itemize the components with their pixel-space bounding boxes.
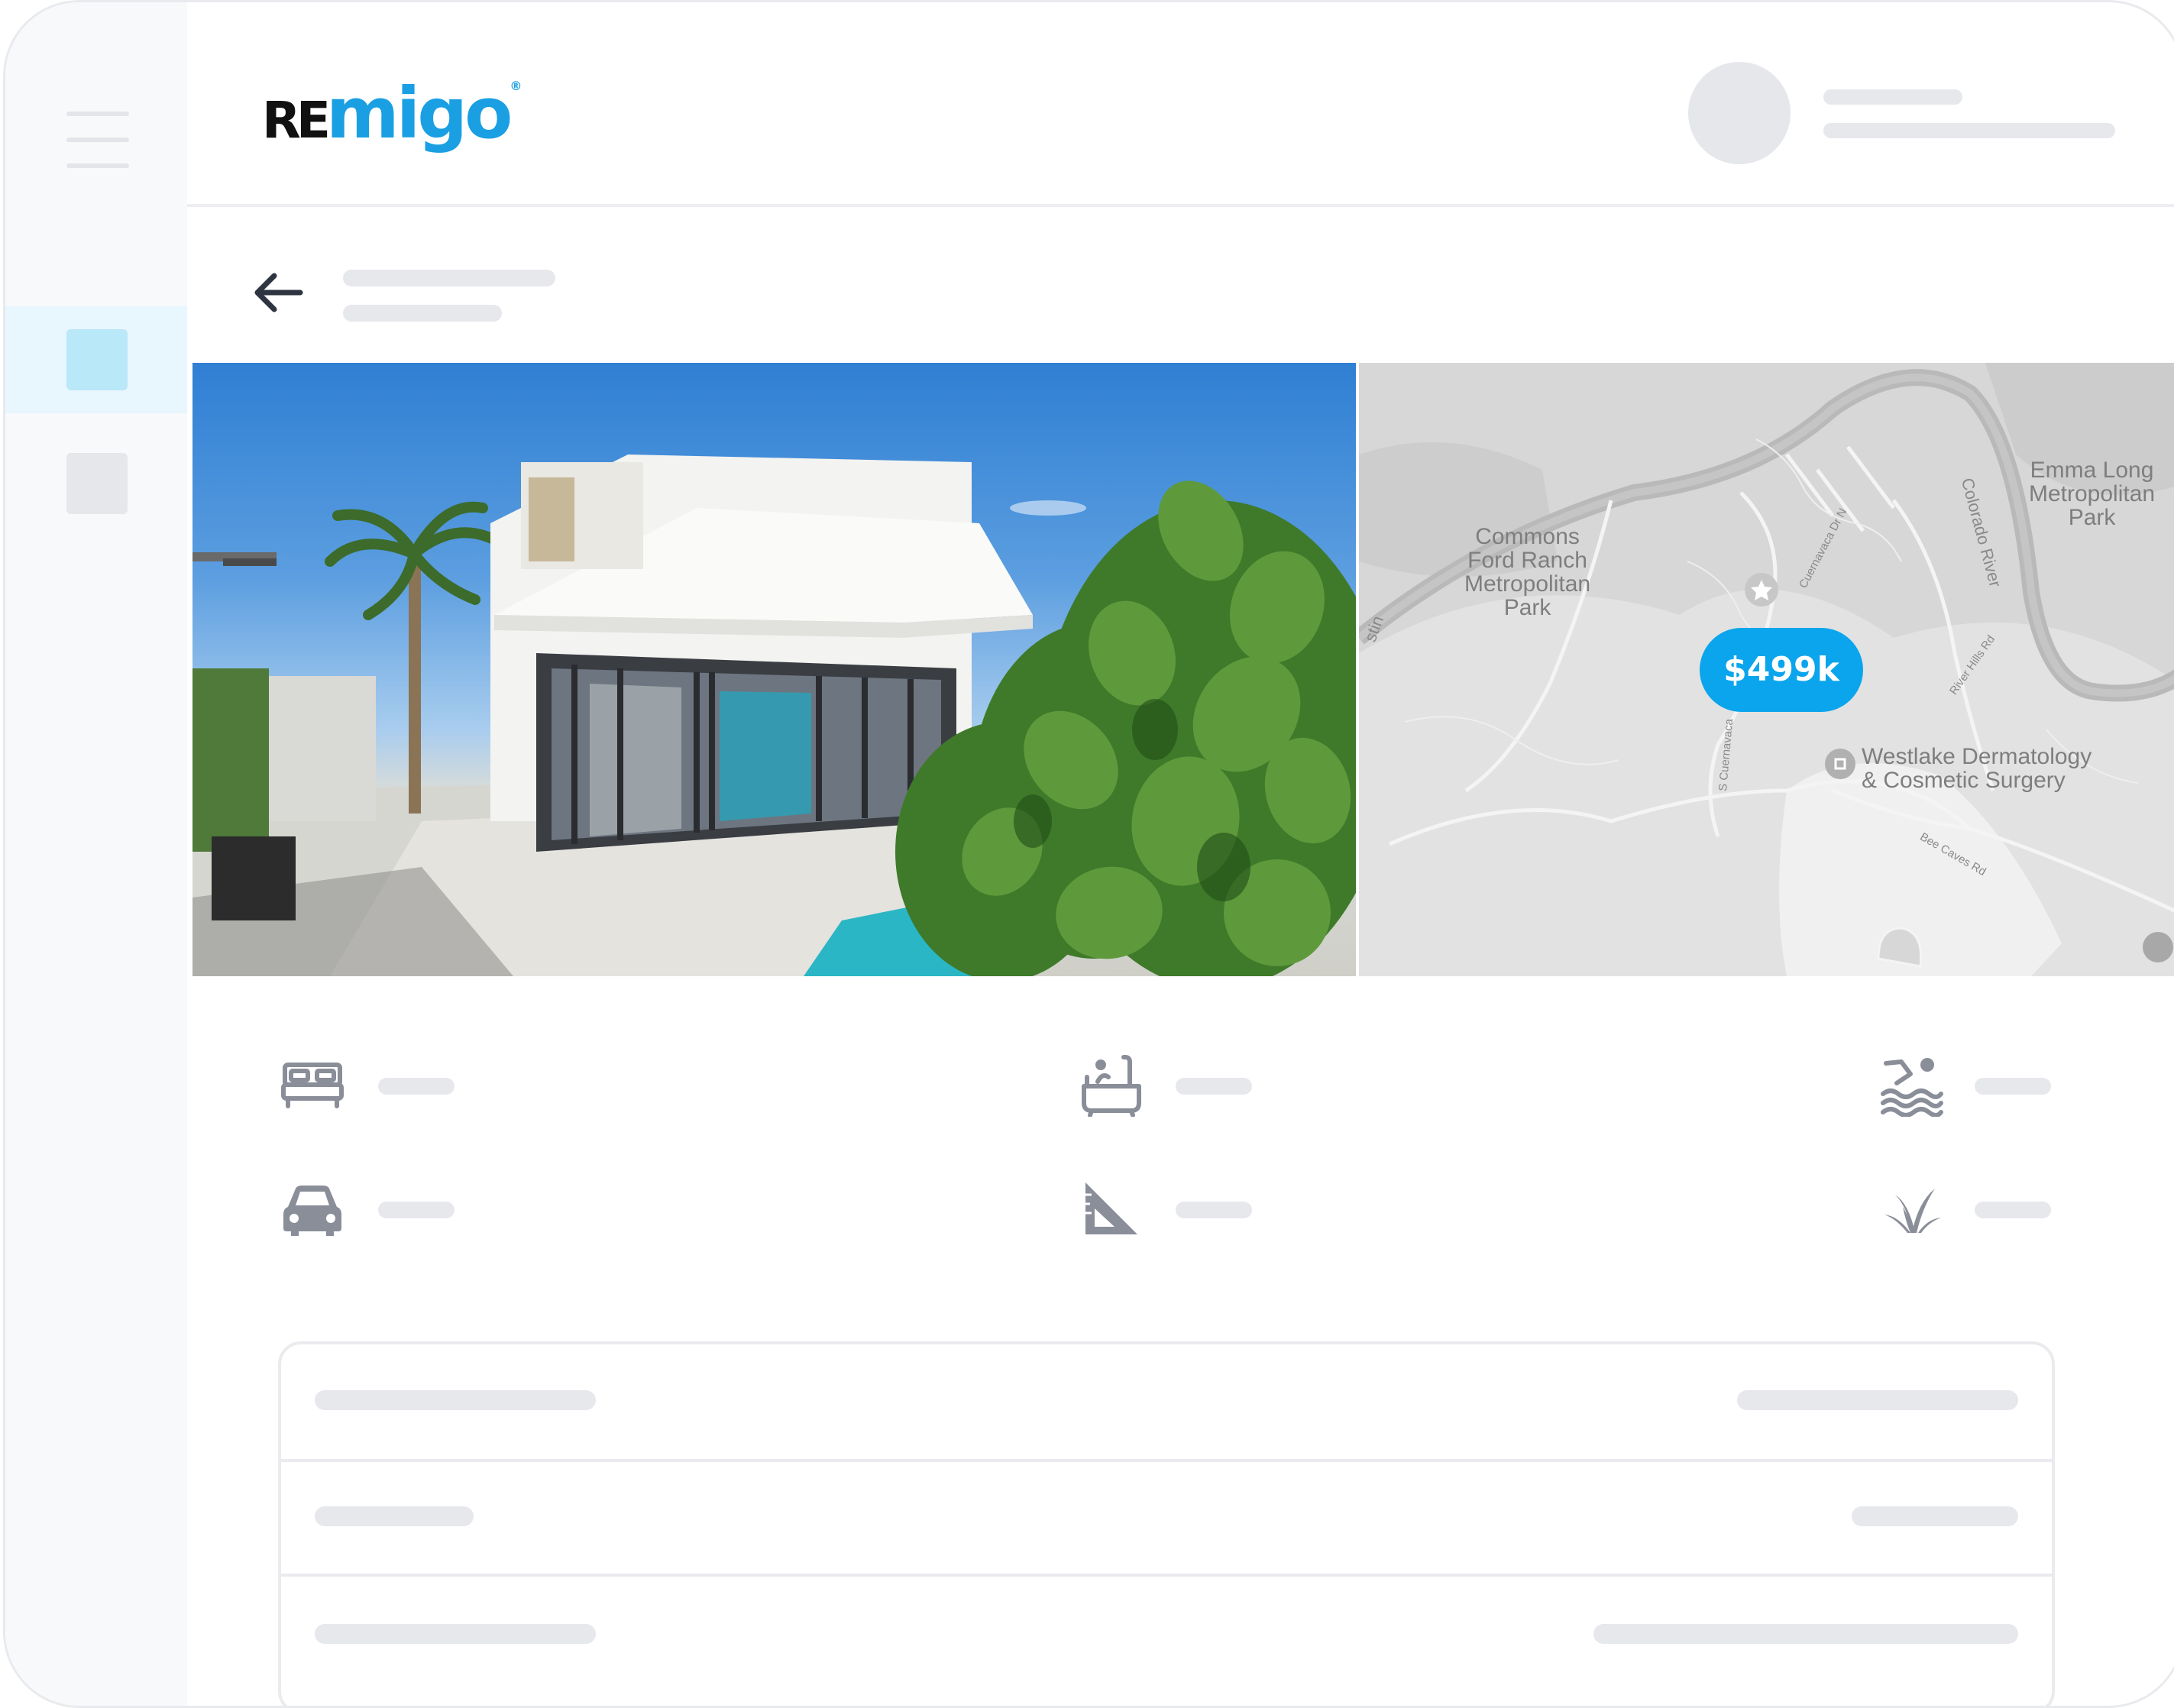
row-label-placeholder xyxy=(315,1506,474,1526)
plant-yard-icon xyxy=(1884,1189,1941,1233)
house-exterior-photo[interactable] xyxy=(192,363,1356,976)
remigo-logo[interactable]: REmigo® xyxy=(262,73,522,157)
app-window: REmigo® Commons Ford Ranch Metropolitan … xyxy=(3,0,2174,1708)
car-icon xyxy=(283,1186,341,1236)
listing-title-placeholder xyxy=(343,270,555,286)
row-value-placeholder xyxy=(1593,1624,2018,1644)
map-label-commons-ford: Commons Ford Ranch Metropolitan Park xyxy=(1464,524,1591,620)
bedrooms-value-placeholder xyxy=(378,1078,455,1095)
listing-subtitle-placeholder xyxy=(343,305,502,322)
logo-registered-mark: ® xyxy=(510,79,522,93)
avatar[interactable] xyxy=(1688,62,1791,164)
arrow-left-icon[interactable] xyxy=(251,270,305,315)
lot-value-placeholder xyxy=(1975,1202,2051,1218)
sidebar xyxy=(5,2,187,1706)
details-table xyxy=(278,1341,2055,1706)
bathtub-icon xyxy=(1082,1055,1141,1117)
row-value-placeholder xyxy=(1852,1506,2018,1526)
pool-value-placeholder xyxy=(1975,1078,2051,1095)
hamburger-menu-icon[interactable] xyxy=(66,112,129,168)
map-label-westlake-dermatology: Westlake Dermatology & Cosmetic Surgery xyxy=(1862,744,2092,793)
area-value-placeholder xyxy=(1176,1202,1252,1218)
row-label-placeholder xyxy=(315,1390,596,1410)
table-row xyxy=(281,1344,2052,1462)
parking-value-placeholder xyxy=(378,1202,455,1218)
set-square-area-icon xyxy=(1085,1182,1137,1234)
user-subtitle-placeholder xyxy=(1823,123,2115,138)
logo-migo-text: migo xyxy=(325,73,513,154)
location-map[interactable]: Commons Ford Ranch Metropolitan Park Emma L… xyxy=(1359,363,2174,976)
table-row xyxy=(281,1459,2052,1577)
price-marker[interactable]: $499k xyxy=(1700,628,1863,712)
sidebar-item-1-icon xyxy=(66,329,128,390)
row-value-placeholder xyxy=(1737,1390,2018,1410)
logo-re-text: RE xyxy=(262,91,331,150)
table-row xyxy=(281,1575,2052,1690)
sidebar-item-2[interactable] xyxy=(5,430,187,537)
sidebar-item-1[interactable] xyxy=(5,306,187,413)
top-header: REmigo® xyxy=(187,2,2174,207)
bathrooms-value-placeholder xyxy=(1176,1078,1252,1095)
pool-swimmer-icon xyxy=(1881,1058,1943,1117)
map-label-emma-long: Emma Long Metropolitan Park xyxy=(2029,458,2156,530)
row-label-placeholder xyxy=(315,1624,596,1644)
bed-icon xyxy=(281,1063,344,1108)
user-name-placeholder xyxy=(1823,89,1962,105)
sidebar-item-2-icon xyxy=(66,453,128,514)
house-illustration xyxy=(192,454,1356,976)
